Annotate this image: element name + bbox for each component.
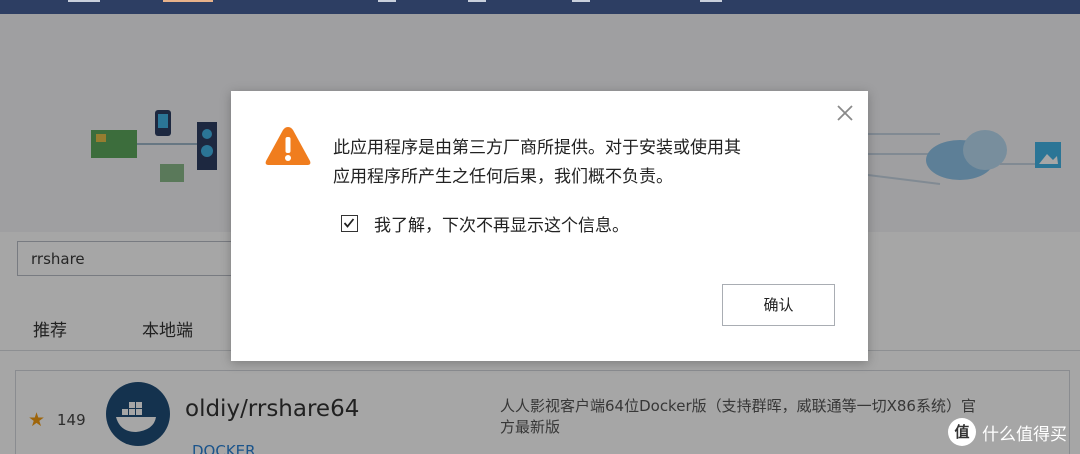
disclaimer-dialog: 此应用程序是由第三方厂商所提供。对于安装或使用其 应用程序所产生之任何后果，我们… xyxy=(231,91,868,361)
watermark: 值 什么值得买 xyxy=(948,418,1067,446)
confirm-button[interactable]: 确认 xyxy=(722,284,835,326)
checkbox-label[interactable]: 我了解，下次不再显示这个信息。 xyxy=(374,211,629,236)
watermark-logo-icon: 值 xyxy=(948,418,976,446)
disclaimer-message: 此应用程序是由第三方厂商所提供。对于安装或使用其 应用程序所产生之任何后果，我们… xyxy=(333,134,833,192)
warning-icon xyxy=(264,124,312,168)
top-bar xyxy=(0,0,1080,14)
close-icon[interactable] xyxy=(835,103,855,123)
watermark-text: 什么值得买 xyxy=(982,424,1067,445)
dont-show-again-checkbox[interactable]: 我了解，下次不再显示这个信息。 xyxy=(341,211,629,236)
disclaimer-line-2: 应用程序所产生之任何后果，我们概不负责。 xyxy=(333,167,673,187)
disclaimer-line-1: 此应用程序是由第三方厂商所提供。对于安装或使用其 xyxy=(333,138,741,158)
checkbox-icon[interactable] xyxy=(341,214,358,232)
